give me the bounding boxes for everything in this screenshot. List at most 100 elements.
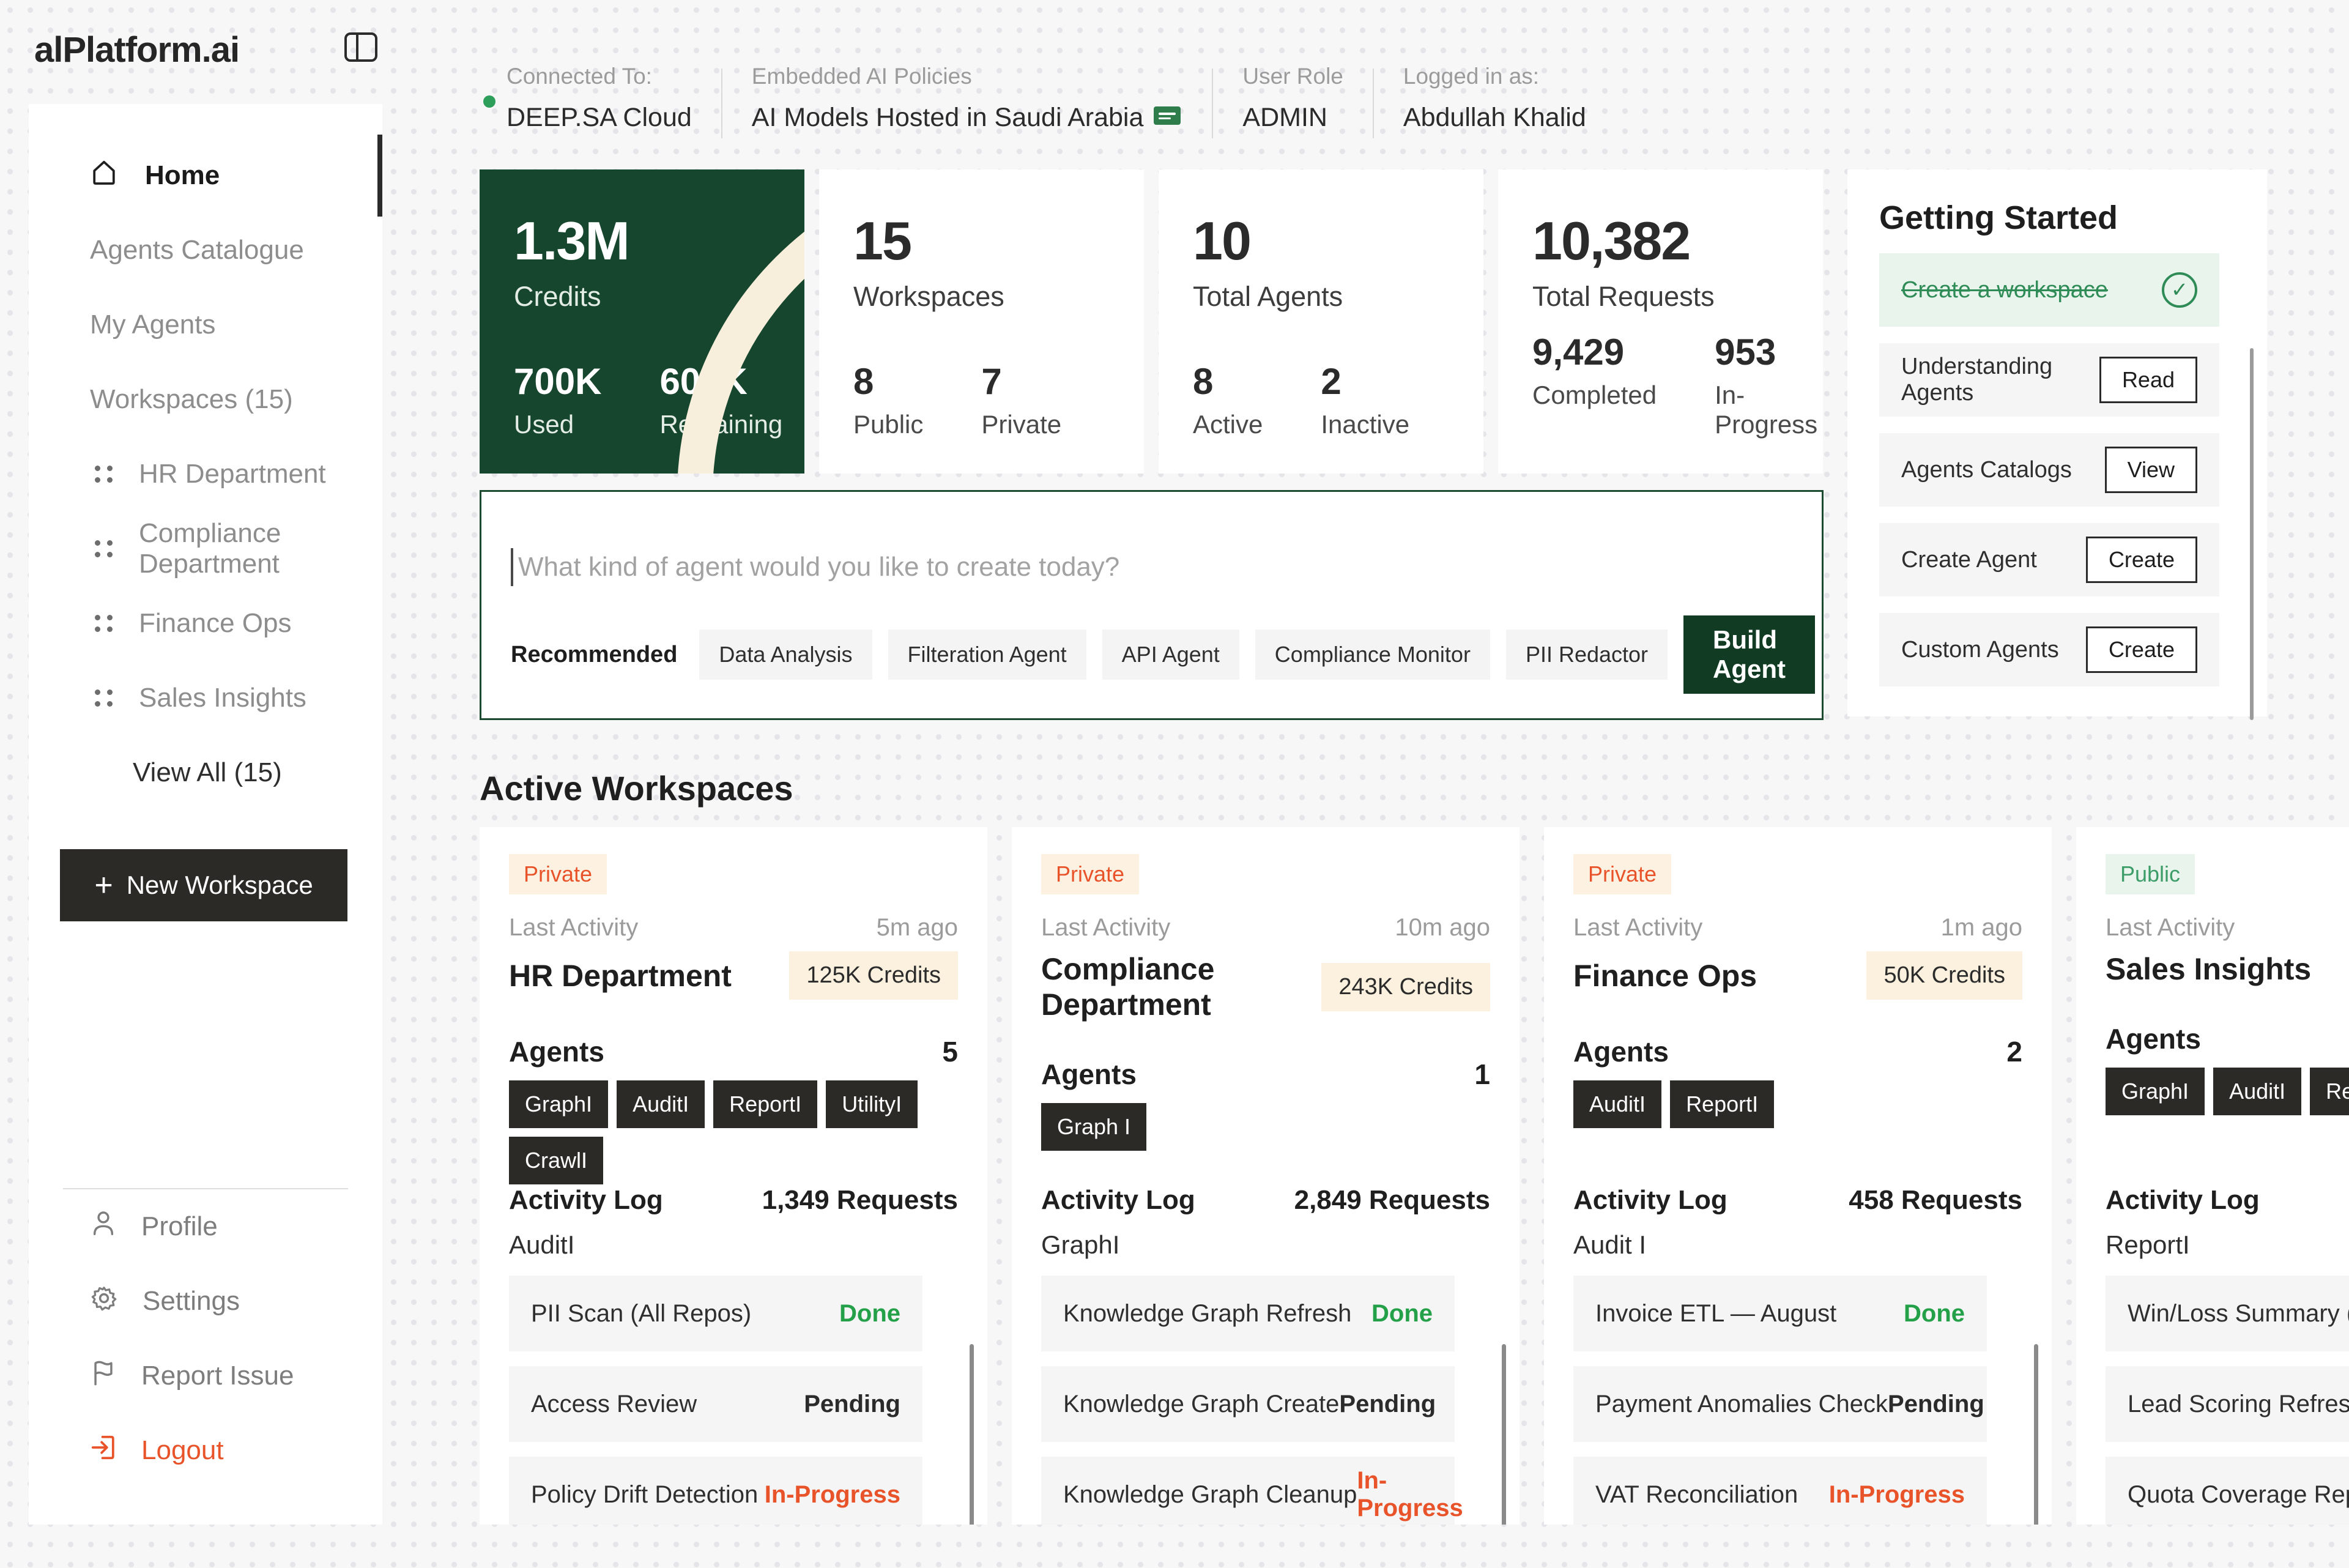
agent-prompt-box[interactable]: What kind of agent would you like to cre… xyxy=(480,490,1824,720)
sidebar-item-profile[interactable]: Profile xyxy=(29,1189,382,1264)
suggestion-chip-compliance-monitor[interactable]: Compliance Monitor xyxy=(1255,630,1490,680)
private-count: 7 xyxy=(981,360,1061,403)
suggestion-chip-filteration-agent[interactable]: Filteration Agent xyxy=(888,630,1086,680)
drag-handle-icon[interactable] xyxy=(95,466,113,483)
completed-count: 9,429 xyxy=(1532,331,1657,373)
sidebar-workspace-hr[interactable]: HR Department xyxy=(29,437,382,511)
getting-started-item-create-workspace[interactable]: Create a workspace ✓ xyxy=(1879,253,2219,327)
activity-row[interactable]: Knowledge Graph CleanupIn-Progress xyxy=(1041,1457,1455,1525)
activity-row[interactable]: Access ReviewPending xyxy=(509,1366,922,1442)
agent-chip[interactable]: ReportI xyxy=(713,1080,817,1128)
workspace-title: Compliance Department xyxy=(1041,951,1321,1022)
requests-value: 10,382 xyxy=(1532,210,1789,272)
build-agent-button[interactable]: Build Agent xyxy=(1683,615,1815,694)
activity-log: Activity Log458 Requests Audit I Invoice… xyxy=(1573,1185,2022,1525)
log-agent-name: ReportI xyxy=(2106,1230,2349,1260)
activity-log-label: Activity Log xyxy=(1041,1185,1195,1216)
requests-label: Total Requests xyxy=(1532,281,1789,313)
workspace-card-hr[interactable]: Private Last Activity5m ago HR Departmen… xyxy=(480,827,987,1525)
activity-row[interactable]: VAT ReconciliationIn-Progress xyxy=(1573,1457,1987,1525)
activity-row[interactable]: Knowledge Graph CreatePending xyxy=(1041,1366,1455,1442)
activity-row[interactable]: Knowledge Graph RefreshDone xyxy=(1041,1276,1455,1351)
login-value: Abdullah Khalid xyxy=(1403,103,1586,133)
getting-started-item-custom-agents: Custom Agents Create xyxy=(1879,613,2219,686)
stats-row: 1.3M Credits 700KUsed 600KRemaining 15 W… xyxy=(480,169,1823,474)
workspace-card-finance[interactable]: Private Last Activity1m ago Finance Ops … xyxy=(1544,827,2052,1525)
workspace-label: Compliance Department xyxy=(139,518,382,579)
agent-chip[interactable]: AuditI xyxy=(1573,1080,1661,1128)
sidebar-workspace-sales[interactable]: Sales Insights xyxy=(29,661,382,735)
activity-row[interactable]: Policy Drift DetectionIn-Progress xyxy=(509,1457,922,1525)
scrollbar[interactable] xyxy=(2034,1344,2038,1525)
prompt-input[interactable]: What kind of agent would you like to cre… xyxy=(518,552,1119,582)
activity-row[interactable]: Invoice ETL — AugustDone xyxy=(1573,1276,1987,1351)
activity-log-label: Activity Log xyxy=(2106,1185,2260,1216)
credits-value: 1.3M xyxy=(514,210,770,272)
sidebar-toggle-icon[interactable] xyxy=(344,32,378,64)
inactive-count: 2 xyxy=(1321,360,1409,403)
sidebar-item-settings[interactable]: Settings xyxy=(29,1264,382,1339)
scrollbar[interactable] xyxy=(1502,1344,1506,1525)
credits-used-label: Used xyxy=(514,410,601,439)
getting-started-panel: Getting Started Create a workspace ✓ Und… xyxy=(1847,169,2267,716)
sidebar-item-logout[interactable]: Logout xyxy=(29,1413,382,1488)
suggestion-chip-data-analysis[interactable]: Data Analysis xyxy=(699,630,872,680)
policies-value: AI Models Hosted in Saudi Arabia xyxy=(752,103,1144,133)
agent-chip[interactable]: Graph I xyxy=(1041,1103,1146,1151)
read-button[interactable]: Read xyxy=(2099,357,2197,403)
drag-handle-icon[interactable] xyxy=(95,540,113,557)
agent-chip[interactable]: GraphI xyxy=(509,1080,608,1128)
agent-chip[interactable]: ReportI xyxy=(1670,1080,1774,1128)
sidebar-item-workspaces[interactable]: Workspaces (15) xyxy=(29,362,382,437)
workspaces-label: Workspaces xyxy=(853,281,1110,313)
workspaces-value: 15 xyxy=(853,210,1110,272)
connected-to-block: Connected To: DEEP.SA Cloud xyxy=(483,64,692,133)
agent-chip[interactable]: ReportI xyxy=(2310,1068,2349,1115)
view-button[interactable]: View xyxy=(2105,447,2197,493)
activity-row[interactable]: Win/Loss Summary (W34) xyxy=(2106,1276,2349,1351)
user-role-block: User Role ADMIN xyxy=(1242,64,1343,133)
sidebar: Home Agents Catalogue My Agents Workspac… xyxy=(29,104,382,1525)
drag-handle-icon[interactable] xyxy=(95,689,113,707)
view-all-workspaces-link[interactable]: View All (15) xyxy=(29,735,382,810)
sidebar-workspace-finance[interactable]: Finance Ops xyxy=(29,586,382,661)
suggestion-chip-api-agent[interactable]: API Agent xyxy=(1102,630,1239,680)
agent-chip[interactable]: AuditI xyxy=(617,1080,705,1128)
activity-row[interactable]: Payment Anomalies CheckPending xyxy=(1573,1366,1987,1442)
workspace-card-sales[interactable]: Public Last Activity Sales Insights Agen… xyxy=(2076,827,2349,1525)
public-count: 8 xyxy=(853,360,923,403)
sidebar-item-label: Agents Catalogue xyxy=(90,235,304,266)
agent-chip[interactable]: AuditI xyxy=(2213,1068,2301,1115)
role-value: ADMIN xyxy=(1242,103,1343,133)
scrollbar[interactable] xyxy=(2250,348,2254,720)
inactive-label: Inactive xyxy=(1321,410,1409,439)
drag-handle-icon[interactable] xyxy=(95,615,113,632)
create-button[interactable]: Create xyxy=(2086,626,2197,673)
activity-row[interactable]: PII Scan (All Repos)Done xyxy=(509,1276,922,1351)
create-button[interactable]: Create xyxy=(2086,537,2197,583)
policies-label: Embedded AI Policies xyxy=(752,64,1183,89)
visibility-badge: Private xyxy=(1041,854,1139,894)
sidebar-item-home[interactable]: Home xyxy=(29,138,382,213)
agent-chip[interactable]: CrawlI xyxy=(509,1137,603,1184)
sidebar-item-my-agents[interactable]: My Agents xyxy=(29,288,382,362)
getting-started-item-agents-catalogs: Agents Catalogs View xyxy=(1879,433,2219,507)
sidebar-item-agents-catalogue[interactable]: Agents Catalogue xyxy=(29,213,382,288)
agent-chip[interactable]: GraphI xyxy=(2106,1068,2205,1115)
activity-row[interactable]: Quota Coverage Report xyxy=(2106,1457,2349,1525)
sidebar-workspace-compliance[interactable]: Compliance Department xyxy=(29,511,382,586)
getting-started-title: Getting Started xyxy=(1879,199,2235,237)
new-workspace-button[interactable]: + New Workspace xyxy=(60,849,347,921)
agent-chips: Graph I xyxy=(1041,1103,1469,1151)
agent-chip[interactable]: UtilityI xyxy=(826,1080,918,1128)
activity-row[interactable]: Lead Scoring Refresh xyxy=(2106,1366,2349,1442)
workspace-title: HR Department xyxy=(509,958,732,994)
sidebar-item-report-issue[interactable]: Report Issue xyxy=(29,1339,382,1413)
suggestion-chip-pii-redactor[interactable]: PII Redactor xyxy=(1506,630,1668,680)
scrollbar[interactable] xyxy=(970,1344,974,1525)
active-indicator xyxy=(377,135,382,217)
status-bar: Connected To: DEEP.SA Cloud Embedded AI … xyxy=(483,64,1586,138)
dashboard-page: { "app": { "logo": "alPlatform.ai" }, "i… xyxy=(0,0,2349,1568)
workspace-card-compliance[interactable]: Private Last Activity10m ago Compliance … xyxy=(1012,827,1520,1525)
workspace-label: Finance Ops xyxy=(139,608,291,639)
